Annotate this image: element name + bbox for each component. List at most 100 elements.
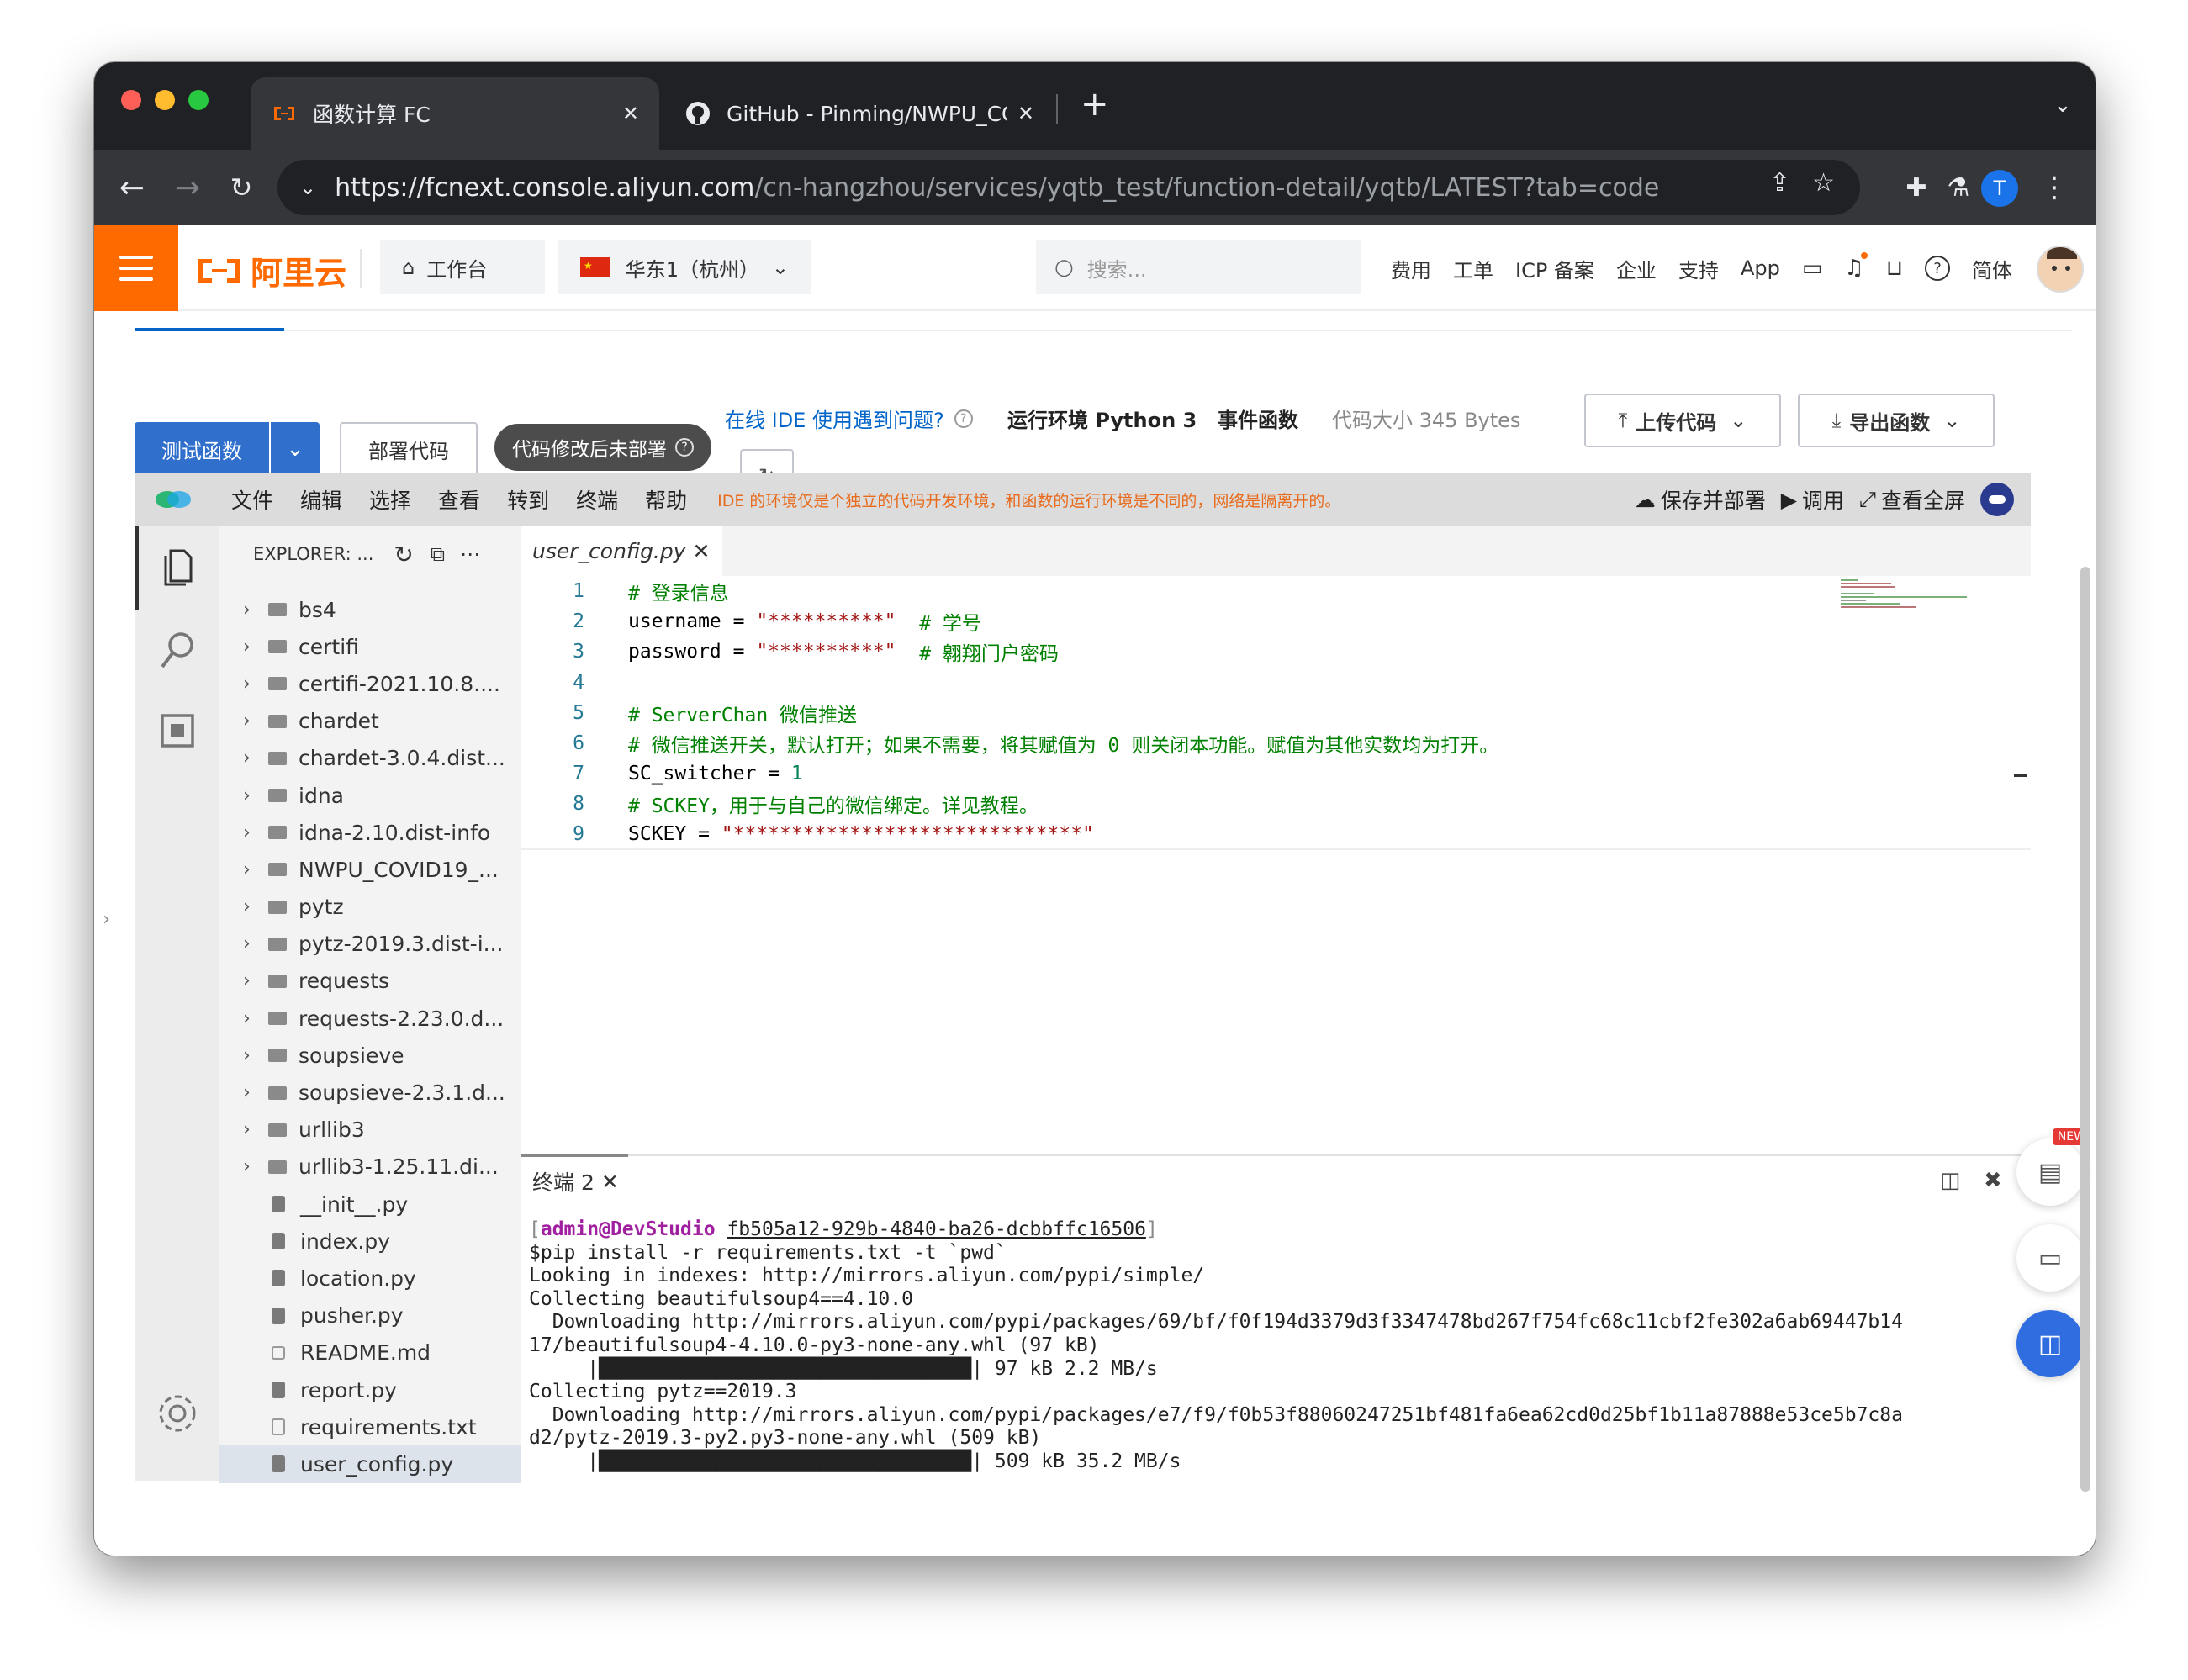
forward-button[interactable]: → xyxy=(165,165,210,210)
upload-code-button[interactable]: ⤒ 上传代码 ⌄ xyxy=(1584,394,1781,447)
back-button[interactable]: ← xyxy=(109,165,155,210)
link-support[interactable]: 支持 xyxy=(1678,254,1719,283)
apps-button[interactable]: ◫ xyxy=(2016,1310,2084,1377)
site-info-icon[interactable]: ⌄ xyxy=(299,176,316,199)
close-icon[interactable]: ✕ xyxy=(1017,102,1034,125)
tree-folder[interactable]: › NWPU_COVID19_... xyxy=(219,851,521,888)
search-input[interactable]: ○ 搜索... xyxy=(1036,240,1361,294)
tree-folder[interactable]: › idna xyxy=(219,777,521,814)
feedback-button[interactable]: ▭ xyxy=(2016,1224,2084,1292)
tree-folder[interactable]: › chardet xyxy=(219,703,521,740)
tree-file[interactable]: __init__.py xyxy=(219,1186,521,1223)
chevron-down-icon[interactable]: ⌄ xyxy=(2053,92,2072,118)
code-line[interactable]: 6 # 微信推送开关，默认打开；如果不需要，将其赋值为 0 则关闭本功能。赋值为其… xyxy=(521,728,2031,758)
tree-folder[interactable]: › chardet-3.0.4.dist... xyxy=(219,740,521,777)
gear-icon[interactable] xyxy=(154,1390,201,1437)
new-tab-button[interactable]: + xyxy=(1081,87,1109,121)
save-deploy-button[interactable]: ☁ 保存并部署 xyxy=(1635,484,1766,515)
account-icon[interactable] xyxy=(1980,483,2014,516)
tree-file[interactable]: index.py xyxy=(219,1223,521,1260)
fullscreen-button[interactable]: ⤢ 查看全屏 xyxy=(1859,484,1965,515)
code-line[interactable]: 5 # ServerChan 微信推送 xyxy=(521,698,2031,728)
tree-folder[interactable]: › certifi-2021.10.8.... xyxy=(219,665,521,702)
collapse-all-icon[interactable]: ⧉ xyxy=(431,542,445,566)
sidebar-expand-handle[interactable]: › xyxy=(94,890,119,948)
terminal-tab[interactable]: 终端 2 ✕ xyxy=(521,1156,631,1207)
menu-file[interactable]: 文件 xyxy=(231,484,273,515)
code-line[interactable]: 1 # 登录信息 xyxy=(521,576,2031,606)
page-scrollbar[interactable] xyxy=(2080,567,2090,1492)
maximize-window-button[interactable] xyxy=(188,90,209,110)
hamburger-menu-icon[interactable] xyxy=(94,225,178,311)
tree-folder[interactable]: › urllib3-1.25.11.di... xyxy=(219,1149,521,1186)
tab-fc[interactable]: 函数计算 FC ✕ xyxy=(251,77,659,150)
tree-folder[interactable]: › bs4 xyxy=(219,591,521,628)
tree-file[interactable]: user_config.py xyxy=(219,1445,521,1483)
tree-folder[interactable]: › requests xyxy=(219,963,521,1000)
tree-folder[interactable]: › requests-2.23.0.d... xyxy=(219,1000,521,1037)
ide-help-link[interactable]: 在线 IDE 使用遇到问题? ? xyxy=(725,404,973,433)
link-icp[interactable]: ICP 备案 xyxy=(1515,254,1594,283)
refresh-icon[interactable]: ↻ xyxy=(394,541,413,568)
link-app[interactable]: App xyxy=(1741,256,1780,280)
terminal-icon[interactable]: ▭ xyxy=(1802,256,1823,281)
help-icon[interactable]: ? xyxy=(675,438,694,457)
help-icon[interactable]: ? xyxy=(1925,256,1951,281)
menu-terminal[interactable]: 终端 xyxy=(576,484,618,515)
tree-folder[interactable]: › idna-2.10.dist-info xyxy=(219,814,521,851)
menu-selection[interactable]: 选择 xyxy=(369,484,411,515)
bookmark-star-icon[interactable]: ☆ xyxy=(1812,168,1835,198)
close-icon[interactable]: ✕ xyxy=(693,539,711,563)
tree-folder[interactable]: › pytz-2019.3.dist-i... xyxy=(219,926,521,963)
browser-menu-icon[interactable]: ⋮ xyxy=(2032,165,2077,210)
docs-button[interactable]: ▤ NEW xyxy=(2016,1128,2090,1206)
extensions-icon[interactable]: ✚ xyxy=(1894,165,1939,210)
code-line[interactable]: 8 # SCKEY，用于与自己的微信绑定。详见教程。 xyxy=(521,789,2031,819)
menu-help[interactable]: 帮助 xyxy=(645,484,687,515)
tree-folder[interactable]: › soupsieve-2.3.1.d... xyxy=(219,1074,521,1111)
link-tickets[interactable]: 工单 xyxy=(1453,254,1493,283)
aliyun-logo[interactable]: 阿里云 xyxy=(197,247,346,293)
workbench-button[interactable]: ⌂ 工作台 xyxy=(380,240,545,294)
user-avatar[interactable] xyxy=(2037,246,2084,293)
deploy-code-button[interactable]: 部署代码 xyxy=(340,422,478,476)
minimap[interactable] xyxy=(1841,578,1975,611)
tree-file[interactable]: pusher.py xyxy=(219,1297,521,1334)
code-line[interactable]: 3 password = "**********" # 翱翔门户密码 xyxy=(521,637,2031,667)
tree-folder[interactable]: › pytz xyxy=(219,889,521,926)
more-icon[interactable]: ⋯ xyxy=(460,542,480,566)
code-line[interactable]: 4 xyxy=(521,668,2031,698)
export-function-button[interactable]: ⤓ 导出函数 ⌄ xyxy=(1798,394,1995,447)
address-bar[interactable]: ⌄ https://fcnext.console.aliyun.com /cn-… xyxy=(277,160,1860,215)
region-selector[interactable]: ★ 华东1（杭州） ⌄ xyxy=(558,240,811,294)
tree-file[interactable]: requirements.txt xyxy=(219,1408,521,1445)
code-line[interactable]: 9 SCKEY = "******************************… xyxy=(521,820,2031,850)
minimize-window-button[interactable] xyxy=(155,90,175,110)
menu-view[interactable]: 查看 xyxy=(438,484,480,515)
code-line[interactable]: 2 username = "**********" # 学号 xyxy=(521,606,2031,637)
terminal-output[interactable]: [admin@DevStudio fb505a12-929b-4840-ba26… xyxy=(529,1218,1903,1474)
menu-go[interactable]: 转到 xyxy=(507,484,549,515)
extensions-icon[interactable] xyxy=(159,712,196,749)
menu-edit[interactable]: 编辑 xyxy=(300,484,342,515)
test-options-dropdown[interactable]: ⌄ xyxy=(271,422,320,476)
close-icon[interactable]: ✕ xyxy=(622,102,639,125)
language-switch[interactable]: 简体 xyxy=(1972,254,2012,283)
link-enterprise[interactable]: 企业 xyxy=(1616,254,1657,283)
code-line[interactable]: 7 SC_switcher = 1 xyxy=(521,758,2031,789)
close-panel-icon[interactable]: ✖ xyxy=(1984,1168,2002,1193)
reload-button[interactable]: ↻ xyxy=(219,165,264,210)
tree-folder[interactable]: › soupsieve xyxy=(219,1037,521,1074)
tree-file[interactable]: location.py xyxy=(219,1260,521,1297)
invoke-button[interactable]: ▶ 调用 xyxy=(1781,484,1844,515)
code-area[interactable]: 1 # 登录信息 2 username = "**********" # 学号 3 pas… xyxy=(521,576,2031,850)
labs-flask-icon[interactable]: ⚗ xyxy=(1936,165,1981,210)
search-icon[interactable] xyxy=(159,630,198,672)
share-icon[interactable]: ⇪ xyxy=(1769,168,1790,198)
cart-icon[interactable]: ⊔ xyxy=(1886,256,1903,281)
tree-file[interactable]: report.py xyxy=(219,1371,521,1408)
tree-folder[interactable]: › urllib3 xyxy=(219,1112,521,1149)
test-function-button[interactable]: 测试函数 xyxy=(135,422,269,476)
tree-folder[interactable]: › certifi xyxy=(219,628,521,665)
files-explorer-icon[interactable] xyxy=(161,547,194,588)
